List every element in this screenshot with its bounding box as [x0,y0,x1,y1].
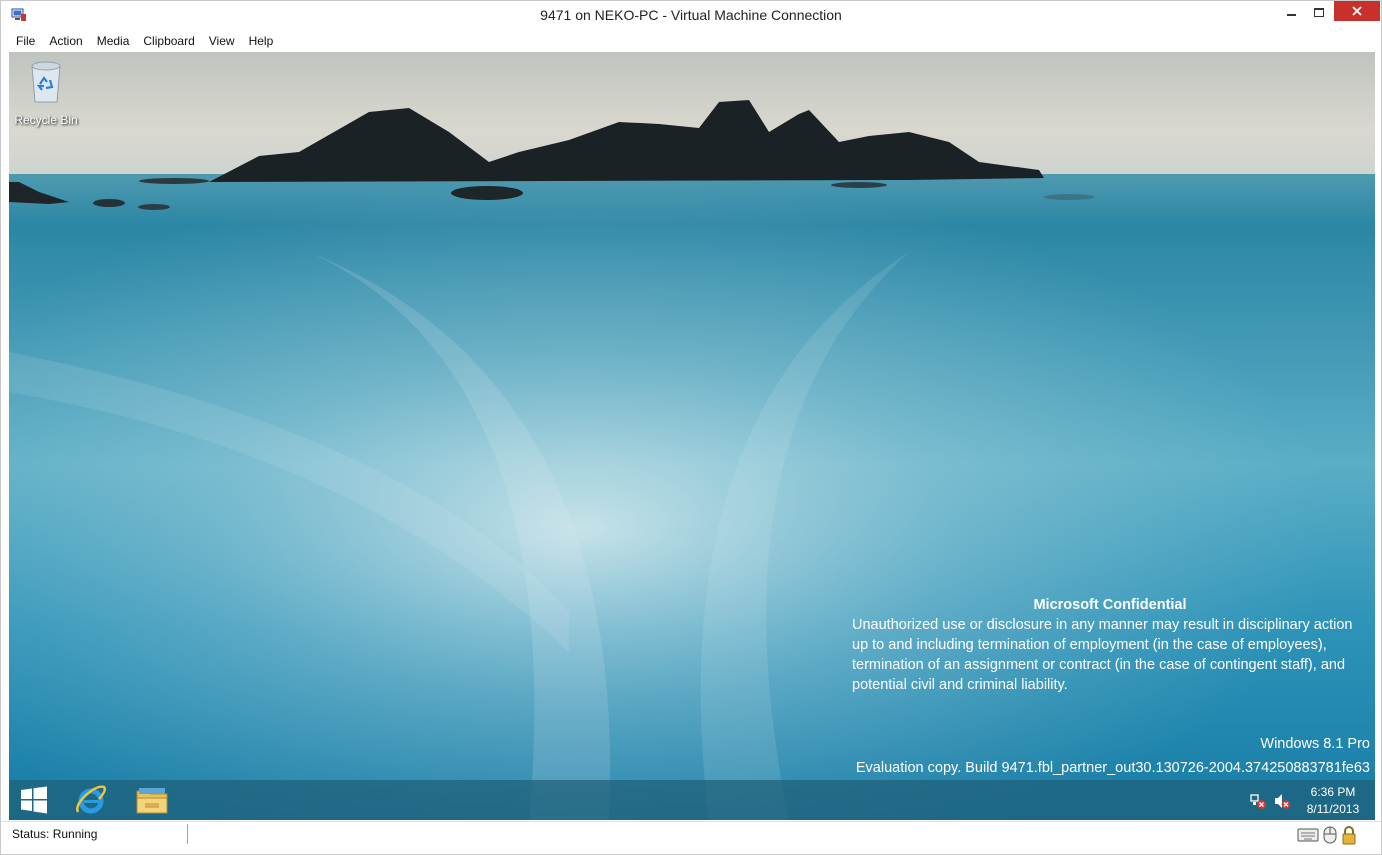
recycle-bin-icon [31,61,61,103]
confidential-watermark: Microsoft Confidential Unauthorized use … [852,595,1372,695]
menu-action[interactable]: Action [42,31,89,52]
file-explorer-icon [136,788,168,814]
watermark-body: Unauthorized use or disclosure in any ma… [852,617,1353,693]
minimize-icon [1286,14,1296,16]
tray-network[interactable] [1249,792,1267,815]
menu-media[interactable]: Media [90,31,137,52]
vm-desktop[interactable]: Recycle Bin Microsoft Confidential Unaut… [9,52,1375,820]
menu-file[interactable]: File [9,31,42,52]
build-info: Evaluation copy. Build 9471.fbl_partner_… [855,760,1370,776]
menu-help[interactable]: Help [242,31,281,52]
status-divider [187,824,188,844]
keyboard-icon [1297,828,1319,842]
status-text: Status: Running [12,827,98,841]
clock-time: 6:36 PM [1310,785,1356,799]
windows-start-icon [21,786,47,814]
tray-volume[interactable] [1273,792,1291,815]
mouse-icon [1323,826,1337,844]
lock-icon [1342,826,1356,845]
menu-clipboard[interactable]: Clipboard [136,31,201,52]
windows-edition: Windows 8.1 Pro [1260,736,1370,752]
internet-explorer-icon [76,785,107,814]
status-bar: Status: Running [1,821,1381,847]
vm-connection-window: 9471 on NEKO-PC - Virtual Machine Connec… [0,0,1382,855]
network-disconnected-icon [1250,794,1266,809]
clock-date: 8/11/2013 [1306,802,1360,816]
maximize-icon [1314,7,1324,17]
start-button[interactable] [9,782,59,818]
minimize-button[interactable] [1277,1,1305,23]
close-button[interactable] [1334,1,1380,21]
menu-view[interactable]: View [202,31,242,52]
title-bar[interactable]: 9471 on NEKO-PC - Virtual Machine Connec… [1,1,1381,31]
maximize-button[interactable] [1305,1,1333,23]
recycle-bin-label: Recycle Bin [14,113,78,127]
window-title: 9471 on NEKO-PC - Virtual Machine Connec… [540,7,842,23]
desktop-icon-recycle-bin[interactable]: Recycle Bin [13,60,79,127]
close-icon [1352,6,1362,16]
menu-bar: File Action Media Clipboard View Help [9,31,1375,52]
taskbar-clock[interactable]: 6:36 PM 8/11/2013 [1299,784,1367,818]
taskbar-internet-explorer[interactable] [66,782,116,818]
watermark-title: Microsoft Confidential [1033,597,1187,613]
desktop-wallpaper [9,52,1375,820]
taskbar: 6:36 PM 8/11/2013 [9,780,1375,820]
taskbar-file-explorer[interactable] [127,782,177,818]
volume-muted-icon [1275,794,1291,809]
